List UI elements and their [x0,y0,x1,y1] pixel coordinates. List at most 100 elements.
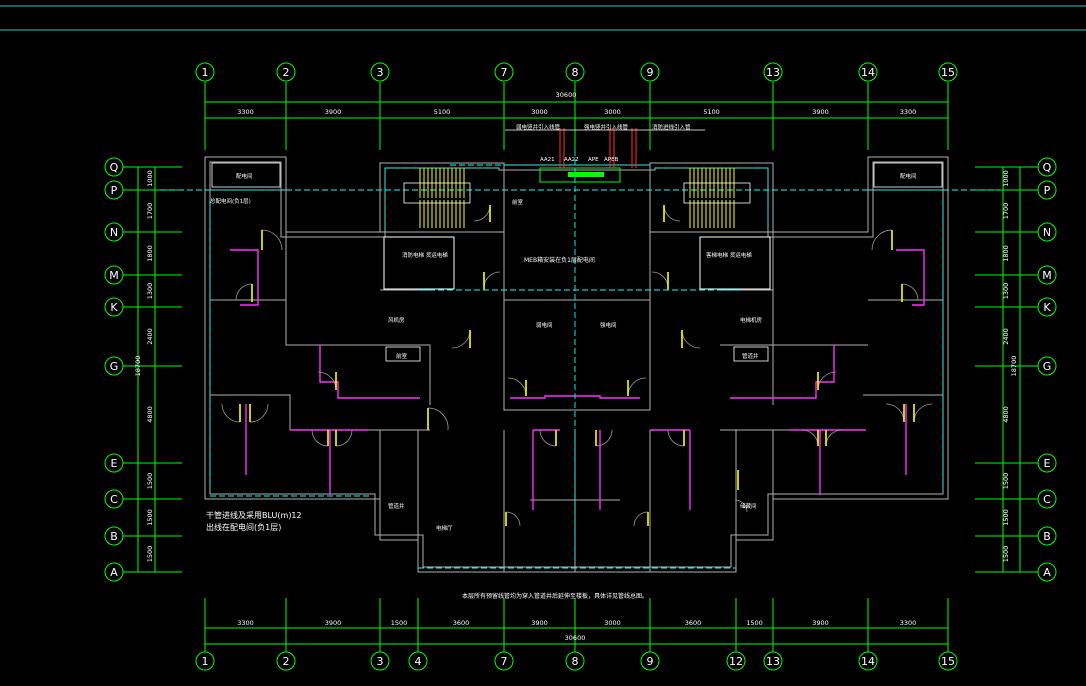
axis-label-top: 15 [941,66,955,79]
dim-text-bottom: 3600 [453,619,470,627]
wall [772,232,868,346]
room-label-f: 前室 [396,352,408,360]
dim-text-left: 1500 [146,546,154,563]
door-swing [235,283,253,301]
partition [730,345,835,399]
door-swing [427,407,449,431]
wall [285,232,380,346]
door-swing [507,377,527,397]
dim-text-bottom: 3600 [685,619,702,627]
axis-label-top: 9 [647,66,654,79]
dimension-lines [137,101,1021,645]
door-swing [627,377,647,397]
door-swing [505,511,521,527]
axis-label-right: Q [1043,161,1052,174]
shaft-label-2: 储藏间 [740,502,757,510]
axis-label-top: 1 [202,66,209,79]
dim-text-right: 2400 [1002,328,1010,345]
room-label-e: 电梯厅 [436,524,453,532]
axis-label-top: 2 [283,66,290,79]
dimension-texts: 3300 3900 5100 3000 3000 5100 3900 3300 3300 3900… [146,108,1010,627]
door-swing [335,429,353,447]
dim-text-left: 1000 [146,170,154,187]
axis-label-bottom: 15 [941,655,955,668]
elevator-shaft [383,236,455,290]
axis-label-bottom: 8 [572,655,579,668]
corridor-label-1: 前室 [512,198,524,206]
axis-label-left: P [111,184,118,197]
elevator-shaft [699,236,771,290]
top-note-3: 消防进线引入管 [652,123,691,131]
axis-label-right: A [1043,566,1051,579]
left-room-label: 配电间 [236,172,253,180]
dim-text-top: 5100 [434,108,451,116]
pipe-note-2: 出线在配电间(负1层) [206,522,281,532]
dim-text-right: 1500 [1002,546,1010,563]
axis-bubbles: 1 2 3 7 8 9 13 14 151 2 3 4 7 8 9 12 13 14 15QPNMKGECBAQPN… [104,62,1057,671]
partition [896,249,925,306]
room-label-a: 弱电间 [536,321,553,329]
door-swing [901,283,919,301]
room-label-d: 电梯机房 [740,316,763,324]
axis-label-bottom: 2 [283,655,290,668]
cable-tag-2: AA22 [564,157,579,163]
dim-text-bottom: 3900 [531,619,548,627]
axis-label-left: G [110,360,119,373]
top-note-1: 弱电竖井引入线管 [516,123,561,131]
dim-text-top: 3300 [237,108,254,116]
door-swing [261,229,283,251]
dim-text-top: 5100 [703,108,720,116]
partition [319,345,420,399]
dim-text-bottom: 3900 [325,619,342,627]
pipe-note-1: 干管进线及采用BLU(m)12 [206,510,302,520]
axis-label-right: C [1043,493,1051,506]
axis-label-right: P [1044,184,1051,197]
dim-text-bottom: 3300 [900,619,917,627]
elevator-right-label: 客梯电梯 货运电梯 [706,251,752,259]
room-label-g: 管道井 [742,352,759,360]
door-swing [473,204,491,222]
axis-label-left: N [110,226,118,239]
door-swing [871,229,893,251]
bottom-note: 本层所有预留线管均为穿入管道井后延伸至楼板，具体详见管线总图。 [462,592,648,600]
dim-text-bottom: 3000 [604,619,621,627]
riser-bar [568,172,604,177]
door-swing [249,403,269,423]
wall [503,165,651,301]
door-swing [885,403,905,423]
dim-text-right: 1300 [1002,283,1010,300]
door-swing [595,429,613,447]
door-swing [667,429,685,447]
door-swing [633,511,649,527]
dim-text-top: 3900 [325,108,342,116]
axis-label-left: A [110,566,118,579]
dim-text-top: 3900 [812,108,829,116]
elevator-left-label: 消防电梯 货运电梯 [402,251,448,259]
dim-text-bottom: 1500 [746,619,763,627]
axis-label-left: B [110,530,118,543]
door-swing [663,204,681,222]
cable-tag-4: APEB [604,157,619,163]
dim-text-left: 1800 [146,245,154,262]
axis-label-bottom: 14 [861,655,875,668]
doors [221,204,933,527]
axis-label-bottom: 3 [377,655,384,668]
partition [230,249,259,306]
equip-room-label: MEB箱安装在负1层配电间 [524,256,595,264]
axis-label-bottom: 4 [415,655,422,668]
room-label-c: 风机房 [388,316,405,324]
axis-label-right: B [1043,530,1051,543]
dim-text-right: 1800 [1002,245,1010,262]
door-swing [913,403,933,423]
axis-label-right: G [1043,360,1052,373]
axis-label-left: C [110,493,118,506]
dim-text-left: 4800 [146,406,154,423]
axis-label-bottom: 9 [647,655,654,668]
door-swing [681,329,701,349]
dim-text-left: 1500 [146,509,154,526]
cad-drawing: 1 2 3 7 8 9 13 14 151 2 3 4 7 8 9 12 13 14 15QPNMKGECBAQPN… [0,5,1086,671]
dim-text-left: 1300 [146,283,154,300]
door-swing [825,429,843,447]
total-dim-bottom: 30600 [565,634,586,642]
axis-label-bottom: 12 [729,655,743,668]
